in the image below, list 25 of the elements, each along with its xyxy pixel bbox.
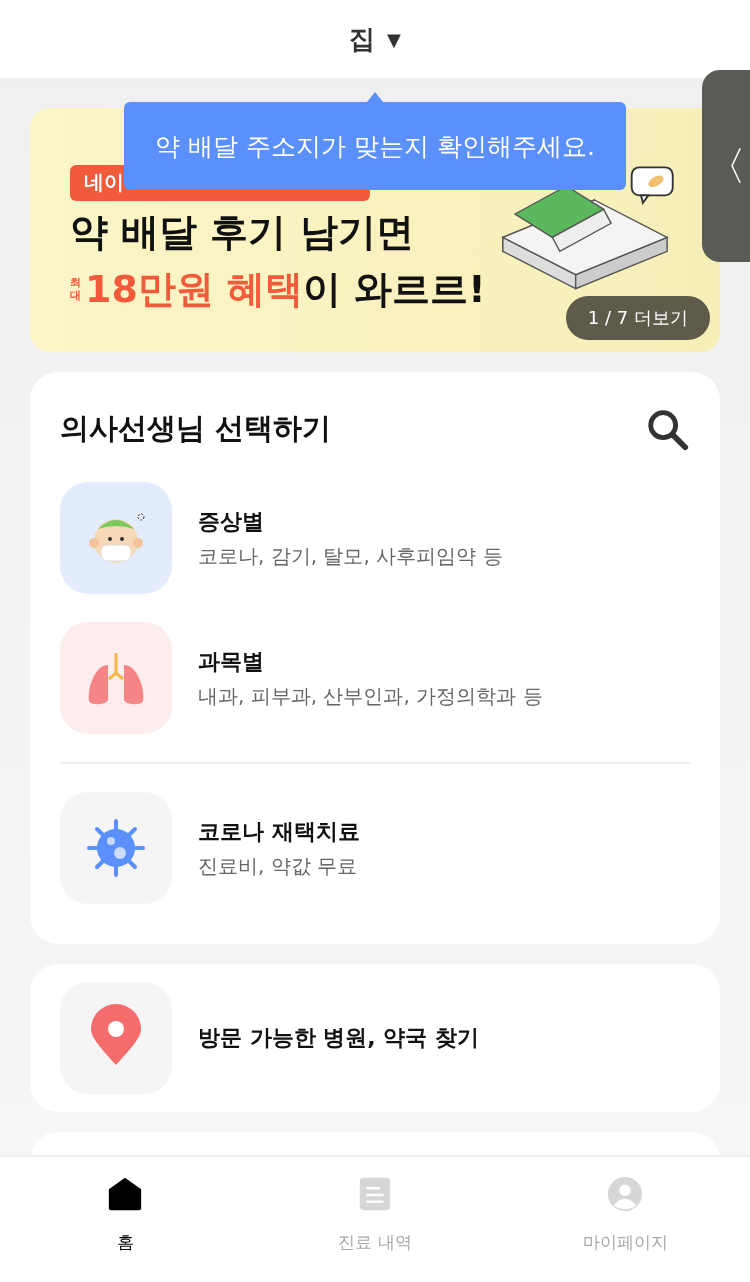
item-subtitle: 진료비, 약값 무료: [198, 852, 359, 880]
finder-card[interactable]: 방문 가능한 병원, 약국 찾기: [30, 964, 720, 1112]
item-subtitle: 코로나, 감기, 탈모, 사후피임약 등: [198, 542, 503, 570]
item-subtitle: 내과, 피부과, 산부인과, 가정의학과 등: [198, 682, 543, 710]
banner-highlight: 18만원 혜택: [85, 266, 304, 313]
finder-title: 방문 가능한 병원, 약국 찾기: [198, 1024, 479, 1052]
item-title: 과목별: [198, 647, 265, 676]
banner-headline: 약 배달 후기 남기면: [70, 209, 415, 256]
banner-pager[interactable]: 1 / 7 더보기: [565, 296, 710, 340]
caret-icon[interactable]: ▼: [387, 28, 401, 50]
section-title: 의사선생님 선택하기: [60, 410, 332, 447]
tooltip-arrow: [367, 92, 383, 102]
side-handle[interactable]: 〈: [702, 70, 750, 262]
banner-prefix: 최대: [70, 277, 81, 302]
tooltip: 약 배달 주소지가 맞는지 확인해주세요.: [124, 102, 626, 190]
address-label[interactable]: 집: [349, 21, 376, 57]
home-icon: [106, 1175, 144, 1213]
nav-tab[interactable]: 홈: [0, 1157, 250, 1282]
banner-text: 이 와르르!: [303, 266, 486, 313]
category-item[interactable]: 증상별 코로나, 감기, 탈모, 사후피임약 등: [60, 482, 690, 594]
profile-icon: [606, 1175, 644, 1213]
category-item[interactable]: 코로나 재택치료 진료비, 약값 무료: [60, 792, 690, 904]
category-item[interactable]: 과목별 내과, 피부과, 산부인과, 가정의학과 등: [60, 622, 690, 734]
item-title: 증상별: [198, 507, 265, 536]
item-title: 코로나 재택치료: [198, 817, 360, 846]
